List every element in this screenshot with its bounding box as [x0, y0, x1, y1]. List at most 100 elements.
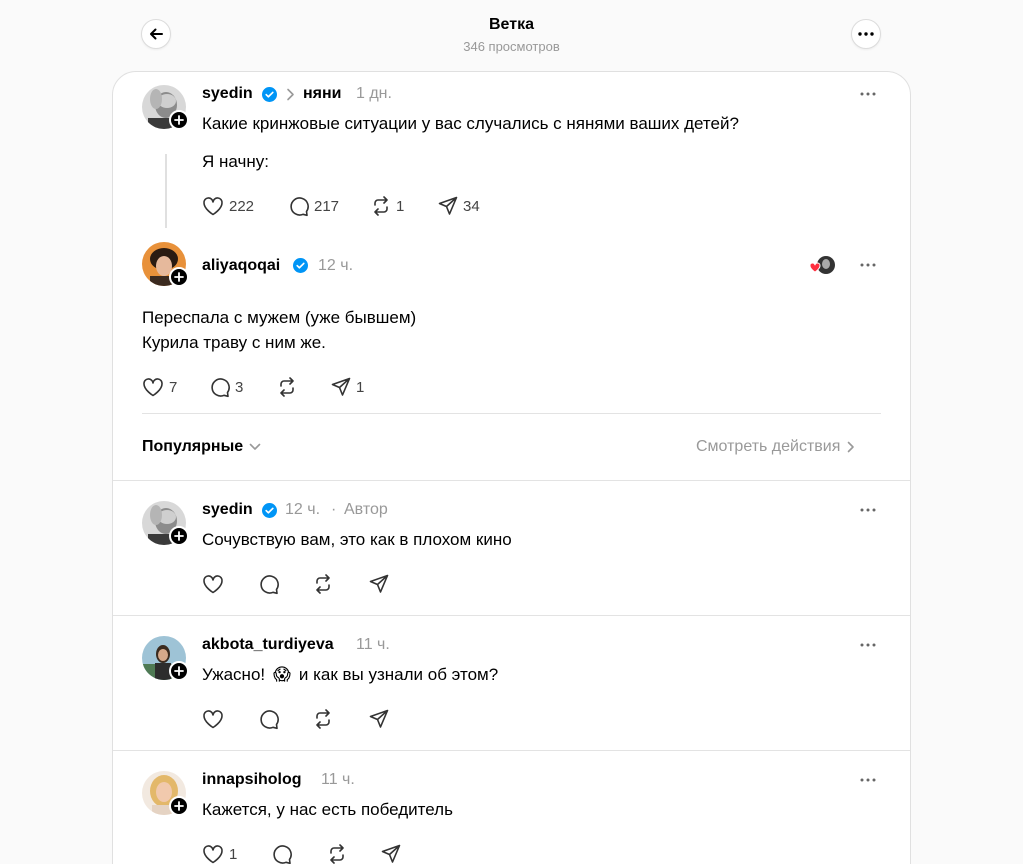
- repost-count: 1: [396, 197, 405, 215]
- post-time: 1 дн.: [356, 85, 392, 102]
- like-count: 7: [169, 378, 178, 396]
- like-button[interactable]: [202, 707, 224, 731]
- follow-plus-button[interactable]: [169, 110, 189, 130]
- comment-icon: [290, 196, 309, 216]
- thread-card: syedin няни 1 дн. Какие кринжовые ситуац…: [112, 71, 911, 864]
- divider: [113, 615, 910, 616]
- username[interactable]: syedin: [202, 85, 253, 103]
- share-icon: [331, 377, 351, 396]
- comment-time: 12 ч.: [285, 501, 321, 518]
- view-activity-link[interactable]: Смотреть действия: [696, 438, 855, 456]
- repost-button[interactable]: [277, 375, 297, 399]
- sort-label: Популярные: [142, 438, 244, 455]
- reply-button[interactable]: [258, 707, 279, 731]
- divider: [113, 750, 910, 751]
- heart-icon: [203, 845, 223, 864]
- plus-icon: [174, 666, 184, 676]
- share-button[interactable]: 34: [438, 194, 480, 218]
- share-icon: [381, 844, 401, 863]
- reply-count: 3: [235, 378, 244, 396]
- follow-plus-button[interactable]: [169, 267, 189, 287]
- emoji: 😱: [273, 665, 291, 684]
- heart-icon: [203, 197, 223, 216]
- comment-icon: [260, 574, 279, 594]
- heart-icon: [143, 378, 163, 397]
- comment-icon: [260, 709, 279, 729]
- follow-plus-button[interactable]: [169, 796, 189, 816]
- plus-icon: [174, 272, 184, 282]
- heart-icon: [203, 710, 223, 729]
- plus-icon: [174, 801, 184, 811]
- comment-time: 11 ч.: [356, 636, 390, 653]
- comment-text-part1: Ужасно!: [202, 665, 266, 684]
- repost-icon: [316, 709, 330, 729]
- like-count: 222: [229, 197, 255, 215]
- username[interactable]: aliyaqoqai: [202, 257, 280, 275]
- comment-text-part2: и как вы узнали об этом?: [298, 665, 499, 684]
- share-icon: [369, 709, 389, 728]
- header-more-button[interactable]: [851, 19, 881, 49]
- share-button[interactable]: 1: [331, 375, 364, 399]
- like-button[interactable]: [202, 572, 224, 596]
- like-button[interactable]: 222: [202, 194, 254, 218]
- reply-text: Переспала с мужем (уже бывшем): [142, 308, 417, 327]
- repost-icon: [330, 844, 344, 864]
- share-button[interactable]: [381, 842, 401, 864]
- reply-text-2: Курила траву с ним же.: [142, 333, 326, 352]
- more-icon[interactable]: [859, 91, 877, 97]
- repost-icon: [316, 574, 330, 594]
- username[interactable]: akbota_turdiyeva: [202, 636, 334, 654]
- username[interactable]: innapsiholog: [202, 771, 302, 789]
- author-liked-badge: [808, 255, 836, 277]
- reply-button[interactable]: 217: [288, 194, 339, 218]
- separator-dot: ·: [331, 501, 337, 518]
- divider: [113, 480, 910, 481]
- like-button[interactable]: 1: [202, 842, 237, 864]
- username[interactable]: syedin: [202, 501, 253, 519]
- verified-icon: [293, 258, 308, 273]
- repost-button[interactable]: [313, 572, 333, 596]
- follow-plus-button[interactable]: [169, 526, 189, 546]
- reply-button[interactable]: [271, 842, 292, 864]
- plus-icon: [174, 115, 184, 125]
- share-button[interactable]: [369, 572, 389, 596]
- sort-dropdown[interactable]: Популярные: [142, 438, 261, 456]
- like-button[interactable]: 7: [142, 375, 177, 399]
- plus-icon: [174, 531, 184, 541]
- comment-icon: [273, 844, 292, 864]
- more-icon[interactable]: [859, 262, 877, 268]
- reply-time: 12 ч.: [318, 257, 354, 274]
- comment-text: Кажется, у нас есть победитель: [202, 800, 453, 819]
- divider: [142, 413, 881, 414]
- heart-icon: [203, 575, 223, 594]
- reply-button[interactable]: 3: [209, 375, 243, 399]
- repost-button[interactable]: [313, 707, 333, 731]
- author-tag: Автор: [344, 501, 388, 518]
- topic-tag[interactable]: няни: [303, 85, 342, 103]
- follow-plus-button[interactable]: [169, 661, 189, 681]
- reply-count: 217: [314, 197, 340, 215]
- view-activity-label: Смотреть действия: [696, 438, 841, 455]
- like-count: 1: [229, 845, 238, 863]
- more-icon: [858, 32, 874, 36]
- repost-icon: [374, 196, 388, 216]
- more-icon[interactable]: [859, 507, 877, 513]
- thread-header: Ветка 346 просмотров: [0, 0, 1023, 72]
- repost-button[interactable]: [327, 842, 347, 864]
- comment-text: Ужасно! 😱 и как вы узнали об этом?: [202, 665, 498, 685]
- more-icon[interactable]: [859, 777, 877, 783]
- verified-icon: [262, 87, 277, 102]
- verified-icon: [262, 503, 277, 518]
- comment-time: 11 ч.: [321, 771, 355, 788]
- chevron-down-icon: [249, 443, 261, 450]
- comment-icon: [211, 377, 230, 397]
- share-button[interactable]: [369, 707, 389, 731]
- share-icon: [438, 196, 458, 215]
- reply-button[interactable]: [258, 572, 279, 596]
- comment-text: Сочувствую вам, это как в плохом кино: [202, 530, 512, 549]
- more-icon[interactable]: [859, 642, 877, 648]
- post-text-2: Я начну:: [202, 152, 269, 171]
- repost-button[interactable]: 1: [371, 194, 404, 218]
- chevron-right-icon: [848, 441, 855, 453]
- share-icon: [369, 574, 389, 593]
